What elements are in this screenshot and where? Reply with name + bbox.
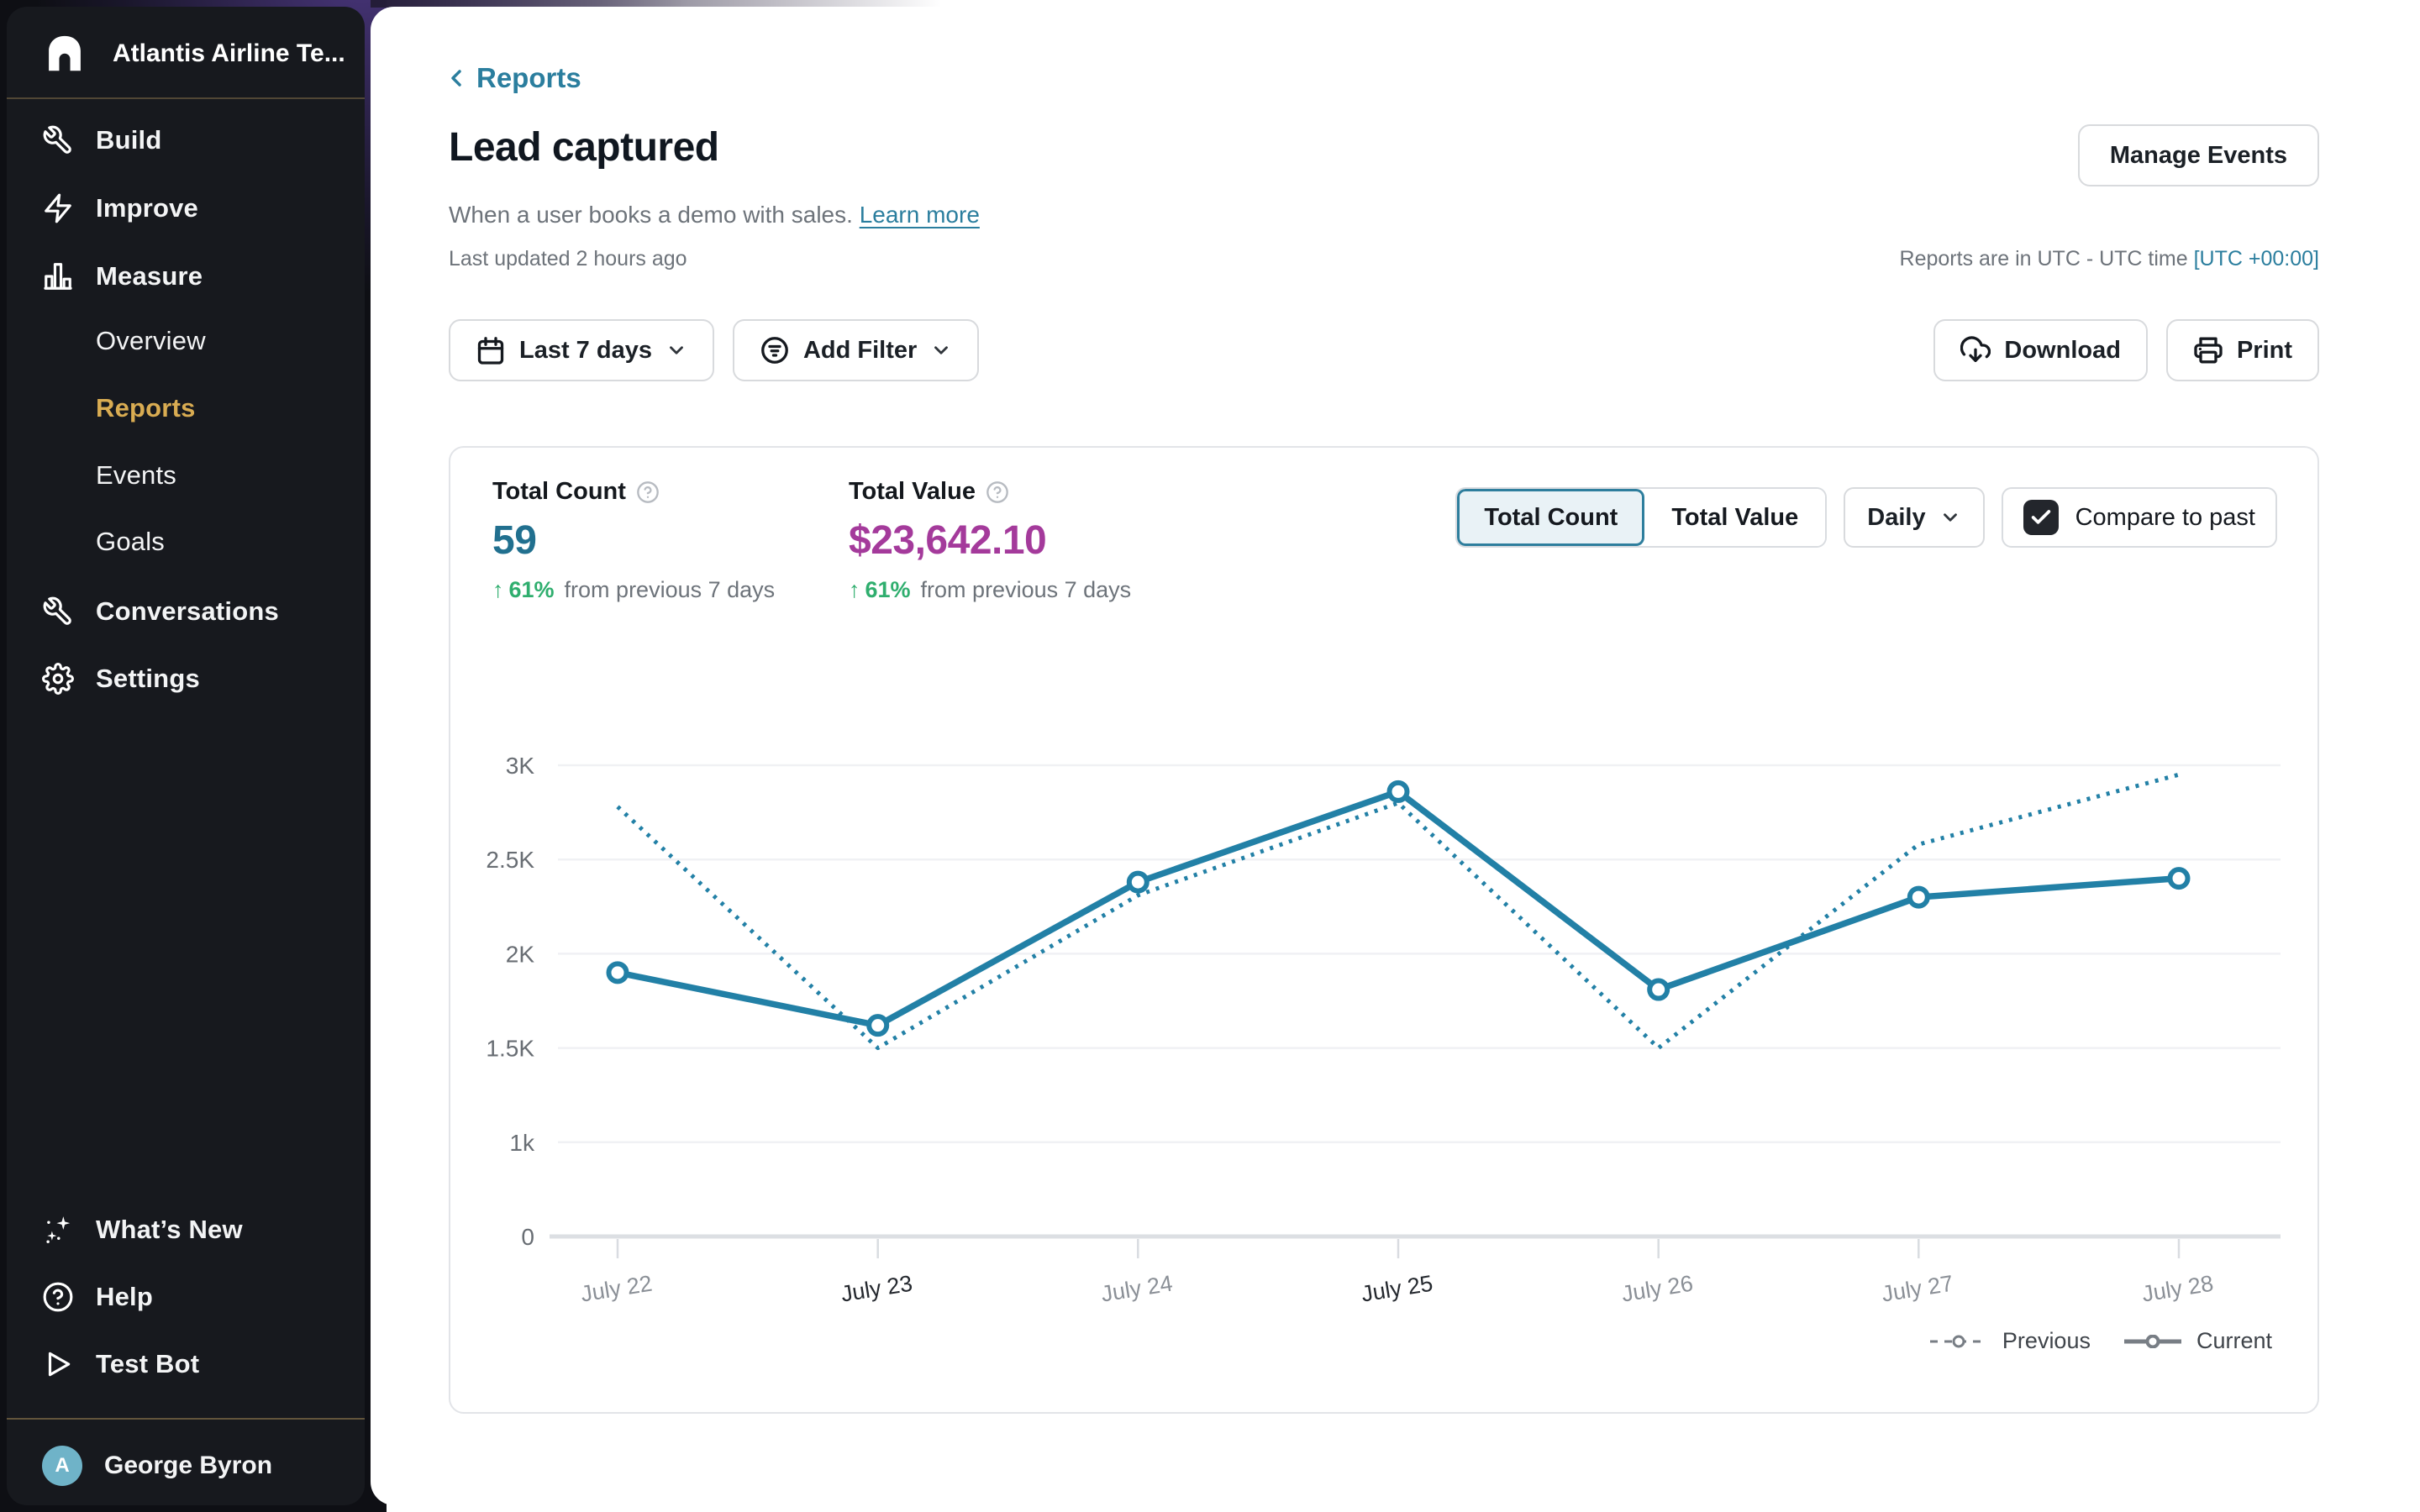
breadcrumb-back[interactable]: Reports <box>443 62 581 94</box>
print-label: Print <box>2237 337 2292 365</box>
last-updated: Last updated 2 hours ago <box>449 247 687 271</box>
report-card: Total Count 59 ↑61% from previous 7 days… <box>449 446 2319 1414</box>
breadcrumb-label: Reports <box>476 62 581 94</box>
avatar: A <box>42 1446 82 1486</box>
sidebar-item-settings[interactable]: Settings <box>7 645 365 712</box>
timezone-link[interactable]: [UTC +00:00] <box>2194 247 2319 270</box>
sidebar-item-label: Help <box>96 1282 153 1312</box>
sidebar-item-test-bot[interactable]: Test Bot <box>7 1331 365 1398</box>
add-filter-label: Add Filter <box>803 337 917 365</box>
sidebar-item-help[interactable]: Help <box>7 1263 365 1331</box>
svg-text:2K: 2K <box>506 941 535 967</box>
svg-text:July 26: July 26 <box>1620 1271 1695 1307</box>
workspace-name: Atlantis Airline Te... <box>113 39 345 68</box>
timezone-text: Reports are in UTC - UTC time <box>1900 247 2188 270</box>
printer-icon <box>2193 335 2223 365</box>
line-chart: 0 1k 1.5K 2K 2.5K 3K July 22 July 23 July 24 July… <box>450 448 2321 1415</box>
sidebar-item-overview[interactable]: Overview <box>7 307 365 375</box>
svg-text:July 28: July 28 <box>2140 1271 2215 1307</box>
play-icon <box>42 1348 74 1380</box>
user-menu[interactable]: A George Byron <box>7 1432 365 1499</box>
svg-text:July 22: July 22 <box>579 1271 654 1307</box>
sidebar-item-measure[interactable]: Measure <box>7 243 365 310</box>
legend-label: Previous <box>2002 1328 2091 1354</box>
legend-previous: Previous <box>1928 1328 2091 1354</box>
svg-text:1.5K: 1.5K <box>486 1036 534 1062</box>
svg-text:2.5K: 2.5K <box>486 847 534 873</box>
sidebar-item-label: Events <box>96 460 176 491</box>
main-panel: Reports Lead captured When a user books … <box>371 7 2420 1505</box>
chart-legend: Previous Current <box>1928 1328 2272 1354</box>
toolbar-right: Download Print <box>1933 319 2319 381</box>
zap-icon <box>42 192 74 224</box>
svg-text:0: 0 <box>521 1224 534 1250</box>
calendar-icon <box>476 335 506 365</box>
help-circle-icon <box>42 1281 74 1313</box>
gear-icon <box>42 663 74 695</box>
download-cloud-icon <box>1960 335 1991 365</box>
workspace-switcher[interactable]: Atlantis Airline Te... <box>7 24 365 84</box>
sidebar-item-events[interactable]: Events <box>7 442 365 509</box>
svg-text:3K: 3K <box>506 753 535 779</box>
wrench-icon <box>42 124 74 156</box>
svg-text:July 27: July 27 <box>1880 1271 1954 1307</box>
sidebar-item-label: Goals <box>96 527 165 557</box>
chevron-down-icon <box>930 339 952 361</box>
chart-canvas: 0 1k 1.5K 2K 2.5K 3K July 22 July 23 July 24 July… <box>450 448 2321 1415</box>
date-range-label: Last 7 days <box>519 337 652 365</box>
app-window: Atlantis Airline Te... Build Improve Mea… <box>0 0 2420 1512</box>
sidebar-divider-top <box>7 97 365 99</box>
legend-label: Current <box>2196 1328 2272 1354</box>
add-filter-button[interactable]: Add Filter <box>733 319 979 381</box>
user-name: George Byron <box>104 1452 272 1480</box>
sidebar-item-conversations[interactable]: Conversations <box>7 578 365 645</box>
date-range-button[interactable]: Last 7 days <box>449 319 714 381</box>
dashed-line-marker-icon <box>1928 1335 1989 1348</box>
manage-events-button[interactable]: Manage Events <box>2078 124 2319 186</box>
svg-text:July 24: July 24 <box>1099 1271 1174 1307</box>
page-title: Lead captured <box>449 124 719 171</box>
sidebar-item-whats-new[interactable]: What’s New <box>7 1196 365 1263</box>
sidebar-item-reports[interactable]: Reports <box>7 375 365 442</box>
toolbar-left: Last 7 days Add Filter <box>449 319 979 381</box>
sidebar-item-label: What’s New <box>96 1215 243 1245</box>
timezone-note: Reports are in UTC - UTC time [UTC +00:0… <box>1900 247 2319 271</box>
sidebar-item-improve[interactable]: Improve <box>7 175 365 242</box>
sidebar-item-label: Measure <box>96 261 203 291</box>
solid-line-marker-icon <box>2123 1335 2183 1348</box>
print-button[interactable]: Print <box>2166 319 2319 381</box>
sidebar-item-label: Improve <box>96 193 198 223</box>
download-label: Download <box>2004 337 2121 365</box>
sidebar-item-label: Overview <box>96 326 206 356</box>
learn-more-link[interactable]: Learn more <box>860 202 980 228</box>
chevron-down-icon <box>666 339 687 361</box>
bar-chart-icon <box>42 260 74 292</box>
filter-icon <box>760 335 790 365</box>
sidebar-item-label: Build <box>96 125 162 155</box>
sidebar: Atlantis Airline Te... Build Improve Mea… <box>7 7 365 1505</box>
legend-current: Current <box>2123 1328 2272 1354</box>
report-description: When a user books a demo with sales. Lea… <box>449 202 980 228</box>
wrench-icon <box>42 596 74 627</box>
svg-text:1k: 1k <box>509 1130 535 1156</box>
description-text: When a user books a demo with sales. <box>449 202 853 228</box>
sidebar-item-build[interactable]: Build <box>7 107 365 174</box>
sidebar-item-label: Conversations <box>96 596 279 627</box>
chevron-left-icon <box>443 65 470 92</box>
sidebar-item-goals[interactable]: Goals <box>7 508 365 575</box>
sidebar-item-label: Reports <box>96 393 196 423</box>
sidebar-item-label: Settings <box>96 664 200 694</box>
svg-text:July 25: July 25 <box>1360 1271 1434 1307</box>
sparkles-icon <box>42 1214 74 1246</box>
sidebar-item-label: Test Bot <box>96 1349 199 1379</box>
sidebar-divider-bottom <box>7 1418 365 1420</box>
app-logo-icon <box>42 29 91 78</box>
download-button[interactable]: Download <box>1933 319 2148 381</box>
svg-text:July 23: July 23 <box>839 1271 914 1307</box>
